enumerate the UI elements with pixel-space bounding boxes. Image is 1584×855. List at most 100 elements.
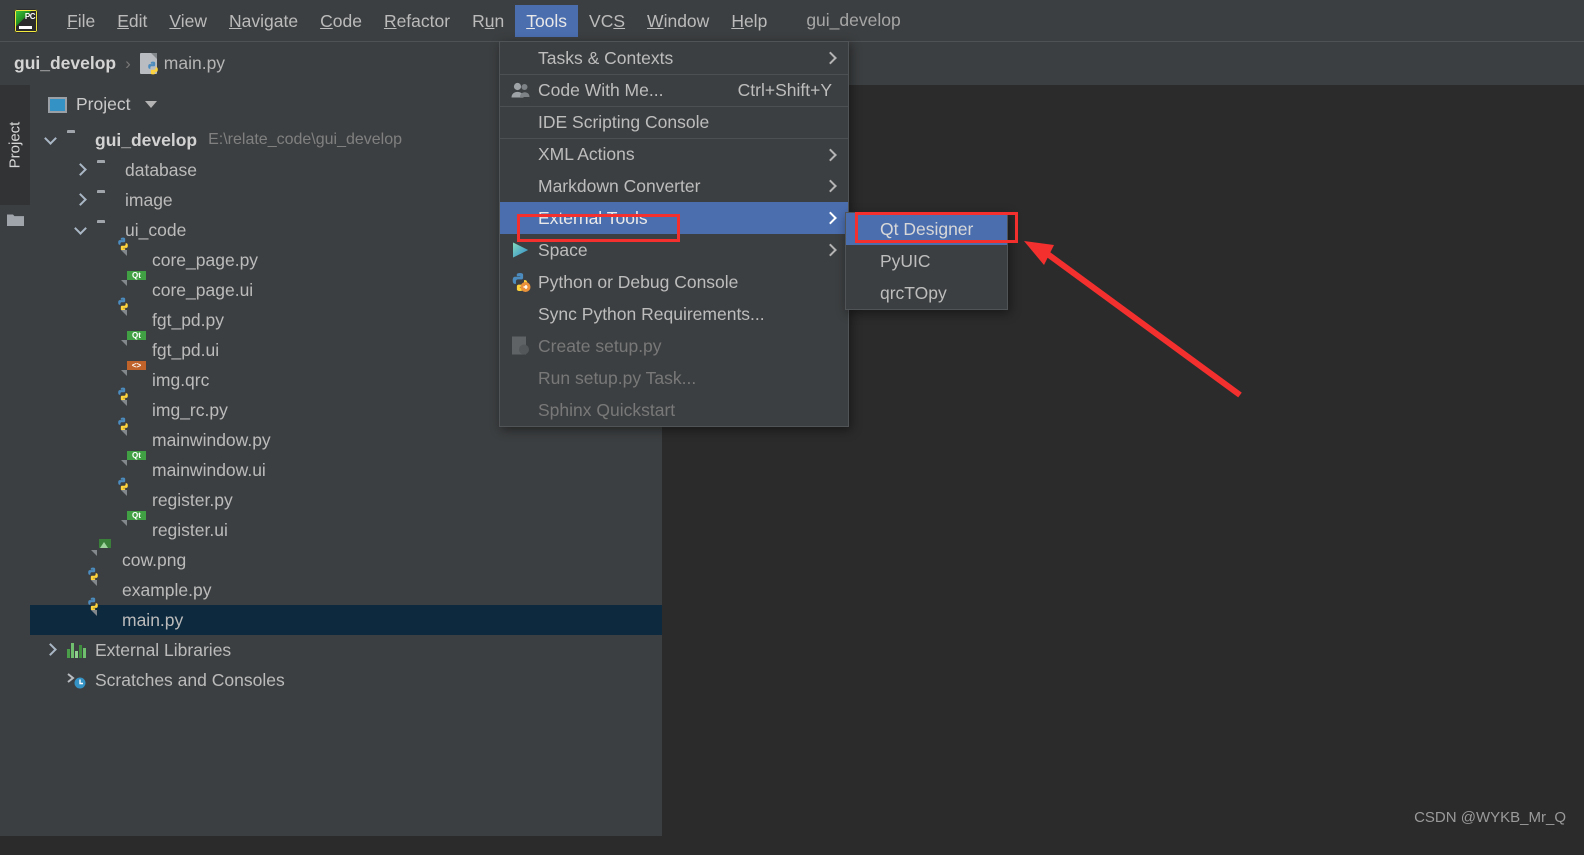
watermark-text: CSDN @WYKB_Mr_Q [1414, 809, 1566, 826]
chevron-down-icon[interactable] [145, 101, 157, 108]
python-logo-icon [116, 297, 130, 311]
menu-run[interactable]: Run [461, 5, 515, 37]
chevron-right-icon[interactable] [74, 194, 87, 207]
folder-icon [97, 223, 116, 238]
chevron-right-icon[interactable] [44, 644, 57, 657]
tree-row-label: database [125, 160, 197, 181]
tree-arrow-placeholder [74, 614, 87, 627]
external-tools-item-pyuic[interactable]: PyUIC [846, 245, 1007, 277]
menu-code[interactable]: Code [309, 5, 373, 37]
tools-menu-item-run-setup-py-task: Run setup.py Task... [500, 362, 848, 394]
external-tools-item-label: PyUIC [880, 251, 931, 272]
python-logo-icon [116, 237, 130, 251]
tree-arrow-placeholder [104, 464, 117, 477]
menu-bar-items: FileEditViewNavigateCodeRefactorRunTools… [56, 5, 778, 37]
tree-row[interactable]: mainwindow.py [30, 425, 662, 455]
tools-menu-item-label: Python or Debug Console [538, 272, 738, 293]
python-logo-icon [116, 477, 130, 491]
tree-row-label: core_page.py [152, 250, 258, 271]
python-file-icon [127, 490, 144, 511]
python-file-icon [127, 250, 144, 271]
menu-vcs[interactable]: VCS [578, 5, 636, 37]
tree-row[interactable]: register.py [30, 485, 662, 515]
tools-menu-item-markdown-converter[interactable]: Markdown Converter [500, 170, 848, 202]
tools-menu-item-tasks-contexts[interactable]: Tasks & Contexts [500, 42, 848, 74]
project-panel-title: Project [76, 94, 130, 115]
external-tools-submenu: Qt Designer PyUIC qrcTOpy [845, 212, 1008, 310]
breadcrumb-file[interactable]: main.py [164, 53, 225, 74]
external-libraries-icon [67, 642, 86, 658]
tree-row[interactable]: cow.png [30, 545, 662, 575]
tools-dropdown-menu: Tasks & Contexts Code With Me... Ctrl+Shif… [499, 41, 849, 427]
chevron-right-icon [824, 212, 837, 225]
tools-menu-item-ide-scripting-console[interactable]: IDE Scripting Console [500, 106, 848, 138]
python-logo-icon [116, 417, 130, 431]
tools-menu-item-label: Sphinx Quickstart [538, 400, 675, 421]
tree-row[interactable]: Qt register.ui [30, 515, 662, 545]
chevron-right-icon [824, 148, 837, 161]
external-tools-item-qrctopy[interactable]: qrcTOpy [846, 277, 1007, 309]
menu-edit[interactable]: Edit [106, 5, 158, 37]
tree-row-label: image [125, 190, 173, 211]
tree-arrow-placeholder [104, 494, 117, 507]
project-panel-title-box[interactable]: Project [48, 94, 157, 115]
menu-tools[interactable]: Tools [515, 5, 578, 37]
tree-row[interactable]: External Libraries [30, 635, 662, 665]
menu-window[interactable]: Window [636, 5, 720, 37]
menu-view[interactable]: View [158, 5, 218, 37]
tree-row-label: fgt_pd.ui [152, 340, 219, 361]
menu-file[interactable]: File [56, 5, 106, 37]
menu-help[interactable]: Help [720, 5, 778, 37]
code-with-me-icon [510, 80, 531, 101]
tree-row-label: example.py [122, 580, 212, 601]
menu-refactor[interactable]: Refactor [373, 5, 461, 37]
python-logo-icon [116, 387, 130, 401]
tree-row-label: register.py [152, 490, 233, 511]
tools-menu-item-external-tools[interactable]: External Tools [500, 202, 848, 234]
chevron-right-icon [824, 180, 837, 193]
tree-row-label: main.py [122, 610, 183, 631]
python-debug-icon [510, 272, 531, 293]
qt-ui-file-icon: Qt [127, 340, 144, 361]
tree-row-label: mainwindow.py [152, 430, 271, 451]
tree-row-label: ui_code [125, 220, 186, 241]
menu-bar: PC FileEditViewNavigateCodeRefactorRunTo… [0, 0, 1584, 41]
tree-arrow-placeholder [104, 434, 117, 447]
tools-menu-item-python-or-debug-console[interactable]: Python or Debug Console [500, 266, 848, 298]
tree-row[interactable]: example.py [30, 575, 662, 605]
tools-menu-item-shortcut: Ctrl+Shift+Y [738, 80, 832, 101]
tools-menu-item-sync-python-requirements[interactable]: Sync Python Requirements... [500, 298, 848, 330]
chevron-down-icon[interactable] [74, 224, 87, 237]
tools-menu-item-sphinx-quickstart: Sphinx Quickstart [500, 394, 848, 426]
tree-row-label: fgt_pd.py [152, 310, 224, 331]
tree-row-label: register.ui [152, 520, 228, 541]
tree-row[interactable]: main.py [30, 605, 662, 635]
window-project-title: gui_develop [806, 10, 900, 31]
tree-arrow-placeholder [104, 374, 117, 387]
qt-ui-file-icon: Qt [127, 520, 144, 541]
tools-menu-item-xml-actions[interactable]: XML Actions [500, 138, 848, 170]
tool-window-tab-project[interactable]: Project [0, 85, 30, 205]
chevron-down-icon[interactable] [44, 134, 57, 147]
tree-arrow-placeholder [104, 254, 117, 267]
tree-arrow-placeholder [104, 344, 117, 357]
project-window-icon [48, 97, 67, 113]
tree-arrow-placeholder [104, 284, 117, 297]
tools-menu-item-code-with-me[interactable]: Code With Me... Ctrl+Shift+Y [500, 74, 848, 106]
python-setup-icon [510, 336, 531, 357]
external-tools-item-label: qrcTOpy [880, 283, 947, 304]
tree-arrow-placeholder [104, 524, 117, 537]
chevron-right-icon[interactable] [74, 164, 87, 177]
tree-row-path: E:\relate_code\gui_develop [208, 131, 402, 149]
tree-row[interactable]: Scratches and Consoles [30, 665, 662, 695]
external-tools-item-qt-designer[interactable]: Qt Designer [846, 213, 1007, 245]
python-logo-icon [86, 597, 100, 611]
tools-menu-item-label: Tasks & Contexts [538, 48, 673, 69]
python-file-icon [127, 310, 144, 331]
pycharm-logo-icon: PC [14, 9, 38, 33]
tools-menu-item-space[interactable]: Space [500, 234, 848, 266]
python-file-icon [140, 53, 157, 74]
tools-menu-item-label: Code With Me... [538, 80, 663, 101]
menu-navigate[interactable]: Navigate [218, 5, 309, 37]
breadcrumb-root[interactable]: gui_develop [14, 53, 116, 74]
